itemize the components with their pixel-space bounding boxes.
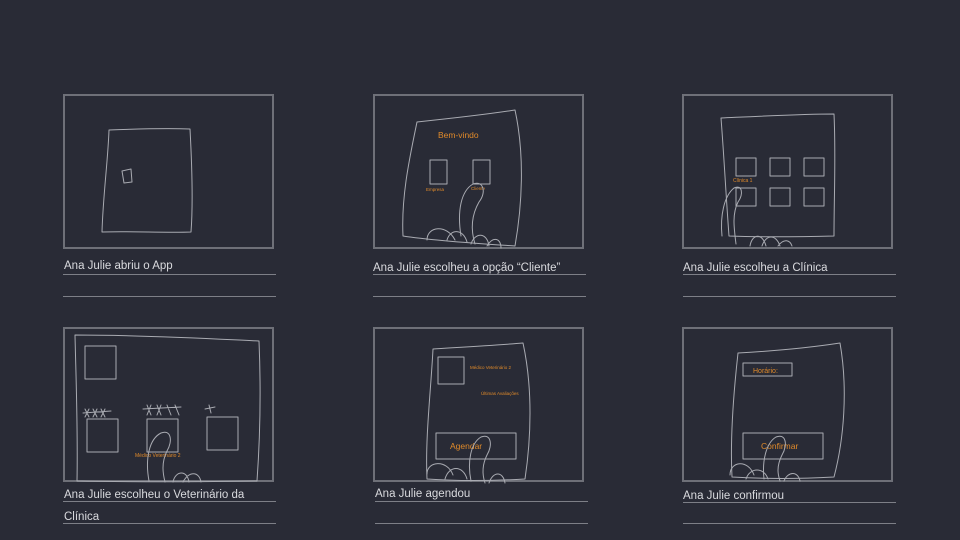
caption-underline [683,502,896,503]
clinic-tile[interactable] [735,187,757,207]
clinic-tile[interactable] [803,157,825,177]
clinic-tile[interactable] [769,157,791,177]
storyboard-page: { "panels": [ { "caption": "Ana Julie ab… [0,0,960,540]
caption-underline [683,296,896,297]
option-cliente-box[interactable] [472,159,491,185]
option-empresa-label: Empresa [426,187,445,192]
selected-vet-label: Médico Veterinário 2 [135,453,181,459]
hand-sketch [721,186,742,245]
storyboard-panel-6: Horário: Confirmar [682,327,893,482]
storyboard-panel-1 [63,94,274,249]
phone-sketch: Horário: Confirmar [729,342,845,482]
vet-card[interactable] [206,416,239,451]
panel-6-caption: Ana Julie confirmou [683,490,784,502]
storyboard-panel-5: Médico Veterinário 2 Últimas Avaliações … [373,327,584,484]
welcome-title: Bem-vindo [438,130,479,140]
caption-underline [683,523,896,524]
phone-sketch: Clínica 1 [720,113,836,247]
caption-underline [375,523,588,524]
caption-underline [63,523,276,524]
caption-underline [683,274,896,275]
selected-clinic-label: Clínica 1 [733,178,753,184]
clinic-tile[interactable] [769,187,791,207]
rating-stars-sketch [82,408,112,418]
panel-2-caption: Ana Julie escolheu a opção “Cliente” [373,262,561,274]
panel-3-caption: Ana Julie escolheu a Clínica [683,262,828,274]
panel-4-caption-line-1: Ana Julie escolheu o Veterinário da [64,489,245,501]
vet-avatar [437,356,465,385]
caption-underline [373,274,586,275]
rating-stars-sketch [142,404,182,416]
schedule-button-label: Agendar [450,441,482,451]
clinic-tile[interactable] [735,157,757,177]
vet-name-label: Médico Veterinário 2 [470,365,512,370]
panel-4-caption-line-2: Clínica [64,511,100,523]
vet-card[interactable] [146,418,179,453]
clinic-tile[interactable] [803,187,825,207]
phone-sketch: Bem-vindo Empresa Cliente [402,109,522,249]
caption-underline [63,501,276,502]
caption-underline [375,501,588,502]
phone-sketch [101,128,193,233]
caption-underline [63,296,276,297]
rating-stars-sketch [204,404,216,414]
option-empresa-box[interactable] [429,159,448,185]
phone-sketch: Médico Veterinário 2 Últimas Avaliações … [426,342,531,484]
vet-card[interactable] [86,418,119,453]
phone-sketch: Médico Veterinário 2 [74,334,261,483]
caption-underline [63,274,276,275]
caption-underline [373,296,586,297]
storyboard-panel-2: Bem-vindo Empresa Cliente [373,94,584,249]
storyboard-panel-4: Médico Veterinário 2 [63,327,274,483]
time-label: Horário: [753,368,778,375]
reviews-label: Últimas Avaliações [481,390,519,396]
vet-avatar [84,345,117,380]
phone-outline [426,342,531,481]
storyboard-panel-3: Clínica 1 [682,94,893,249]
